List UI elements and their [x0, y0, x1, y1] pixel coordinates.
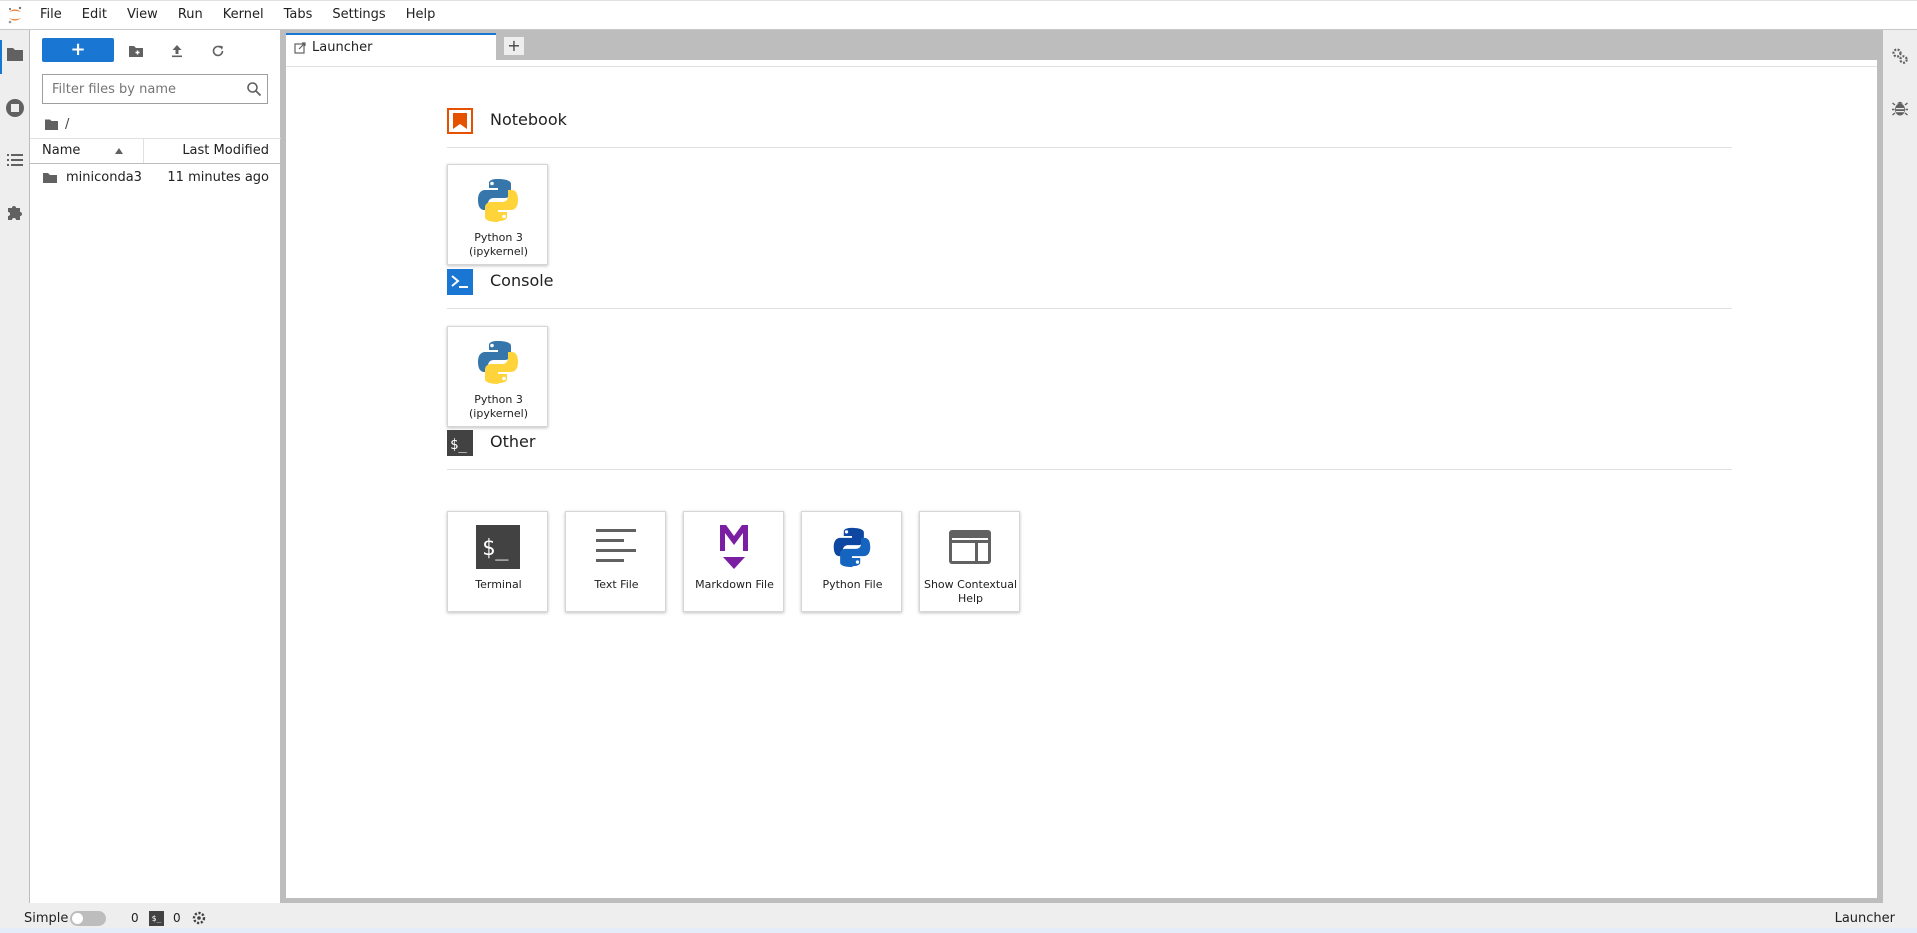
menu-view[interactable]: View [117, 0, 168, 30]
tab-launcher[interactable]: Launcher [286, 33, 496, 60]
current-activity-label: Launcher [1834, 911, 1895, 926]
launcher-card-python-file[interactable]: Python File [801, 511, 902, 612]
breadcrumb-root[interactable]: / [65, 117, 69, 132]
bottom-strip [0, 928, 1917, 933]
section-console: Console [447, 269, 1732, 309]
simple-mode-toggle[interactable] [70, 911, 106, 926]
new-folder-icon [129, 46, 143, 57]
card-label: Terminal [475, 578, 522, 591]
section-title-console: Console [490, 271, 554, 290]
plus-icon: + [507, 36, 521, 55]
jupyter-logo-icon [0, 0, 30, 30]
terminal-icon: $_ [473, 522, 523, 572]
contextual-help-icon [945, 522, 995, 572]
menu-settings[interactable]: Settings [322, 0, 395, 30]
file-modified: 11 minutes ago [167, 170, 269, 185]
simple-mode-label: Simple [24, 911, 69, 926]
file-browser-toolbar: + [30, 36, 281, 62]
terminal-status-icon[interactable]: $_ [149, 911, 164, 926]
breadcrumb: / [44, 114, 69, 134]
card-label: Python 3 (ipykernel) [468, 393, 528, 420]
section-title-other: Other [490, 432, 536, 451]
main-dock-area: Launcher + Notebook Python 3 (ipykernel)… [281, 30, 1882, 903]
section-notebook: Notebook [447, 108, 1732, 148]
python-file-icon [827, 522, 877, 572]
extension-manager-puzzle-icon[interactable] [3, 200, 27, 224]
card-label: Text File [594, 578, 639, 591]
launcher-card-contextual-help[interactable]: Show Contextual Help [919, 511, 1020, 612]
upload-button[interactable] [166, 40, 188, 62]
column-header-name[interactable]: Name [42, 139, 142, 163]
debugger-bug-icon[interactable] [1888, 96, 1912, 120]
section-title-notebook: Notebook [490, 110, 567, 129]
kernel-status-gear-icon[interactable] [191, 910, 207, 926]
refresh-icon [212, 45, 224, 57]
launcher-top-divider [286, 66, 1877, 67]
folder-icon [43, 173, 57, 183]
toggle-knob [72, 913, 83, 924]
running-kernels-stop-icon[interactable] [3, 96, 27, 120]
plus-icon: + [70, 39, 86, 60]
column-header-last-modified[interactable]: Last Modified [182, 139, 269, 163]
column-divider[interactable] [143, 139, 144, 163]
menu-kernel[interactable]: Kernel [213, 0, 274, 30]
filter-files-input[interactable] [43, 75, 239, 103]
filter-files-box [42, 74, 268, 104]
file-browser-folder-icon[interactable] [3, 42, 27, 66]
launcher-card-notebook-python3[interactable]: Python 3 (ipykernel) [447, 164, 548, 265]
file-name: miniconda3 [66, 170, 142, 185]
left-activity-bar [0, 30, 30, 903]
launcher-card-terminal[interactable]: $_ Terminal [447, 511, 548, 612]
markdown-icon [709, 522, 759, 572]
active-tab-marker [0, 40, 2, 74]
refresh-button[interactable] [207, 40, 229, 62]
right-sidebar [1882, 30, 1917, 903]
svg-text:$_: $_ [450, 437, 467, 453]
property-inspector-gears-icon[interactable] [1888, 44, 1912, 68]
svg-text:$_: $_ [482, 536, 509, 561]
home-folder-icon[interactable] [44, 118, 59, 131]
upload-icon [172, 45, 182, 58]
launcher-tab-icon [294, 41, 306, 54]
launcher-card-console-python3[interactable]: Python 3 (ipykernel) [447, 326, 548, 427]
launcher-panel: Notebook Python 3 (ipykernel) Console Py… [286, 60, 1877, 898]
file-row[interactable]: miniconda3 11 minutes ago [30, 166, 281, 190]
console-section-icon [447, 269, 473, 295]
text-file-icon [591, 522, 641, 572]
tab-bar: Launcher + [281, 30, 1882, 60]
menu-help[interactable]: Help [396, 0, 446, 30]
launcher-card-text-file[interactable]: Text File [565, 511, 666, 612]
file-browser-panel: + / Name Last Modified miniconda3 11 min… [30, 30, 281, 903]
menu-edit[interactable]: Edit [72, 0, 117, 30]
python-icon [473, 175, 523, 225]
menu-run[interactable]: Run [168, 0, 213, 30]
notebook-section-icon [447, 108, 473, 134]
menu-tabs[interactable]: Tabs [274, 0, 323, 30]
new-launcher-button[interactable]: + [42, 38, 114, 62]
running-terminals-count[interactable]: 0 [173, 911, 181, 925]
other-section-icon: $_ [447, 430, 473, 456]
running-kernels-count[interactable]: 0 [131, 911, 139, 925]
new-tab-button[interactable]: + [503, 36, 525, 56]
python-icon [473, 337, 523, 387]
tab-label: Launcher [312, 40, 373, 55]
launcher-card-markdown-file[interactable]: Markdown File [683, 511, 784, 612]
card-label: Python File [822, 578, 883, 591]
search-icon [247, 82, 262, 97]
card-label: Show Contextual Help [923, 578, 1018, 605]
table-of-contents-icon[interactable] [3, 148, 27, 172]
menubar: File Edit View Run Kernel Tabs Settings … [0, 0, 1917, 30]
card-label: Markdown File [695, 578, 774, 591]
file-listing-header: Name Last Modified [30, 138, 281, 164]
new-folder-button[interactable] [125, 40, 147, 62]
menu-file[interactable]: File [30, 0, 72, 30]
section-other: $_ Other [447, 430, 1732, 470]
sort-ascending-icon [115, 148, 123, 154]
card-label: Python 3 (ipykernel) [468, 231, 528, 258]
